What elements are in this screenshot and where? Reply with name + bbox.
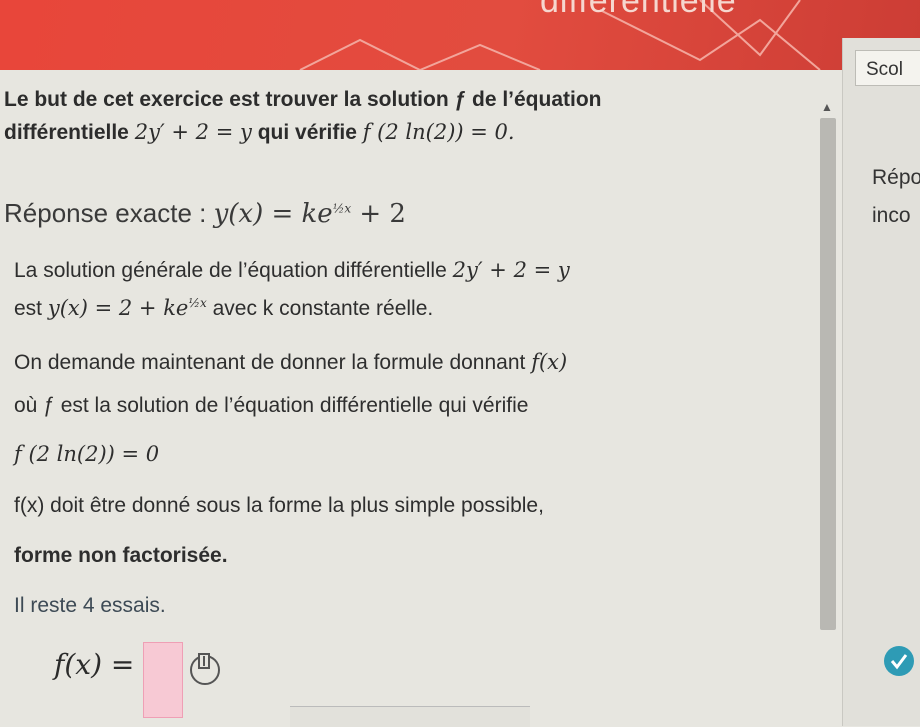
header-banner: différentielle	[0, 0, 920, 70]
chevron-up-icon[interactable]: ▲	[821, 100, 833, 114]
reponse-label: Répo	[872, 166, 920, 189]
banner-decoration	[299, 0, 821, 70]
explanation-text-3: On demande maintenant de donner la formu…	[14, 351, 526, 374]
question-mid: qui vérifie	[257, 121, 357, 144]
scrollbar[interactable]	[820, 118, 836, 630]
explanation-prefix-2: est	[14, 297, 43, 320]
question-condition: f (2 ln(2)) = 0.	[362, 120, 515, 144]
formula-exponent: ½x	[332, 201, 352, 216]
explanation-line-5: f (2 ln(2)) = 0	[14, 442, 160, 466]
explanation-suffix-2: avec k constante réelle.	[212, 297, 434, 320]
exact-answer-label: Réponse exacte :	[4, 198, 207, 228]
general-solution-exponent: ½x	[188, 296, 207, 310]
check-button[interactable]	[884, 646, 914, 676]
answer-input[interactable]	[143, 642, 183, 718]
explanation-equation-3: f(x)	[531, 350, 568, 374]
explanation-formula-2: y(x) = 2 + ke½x	[48, 296, 207, 320]
tab-score[interactable]: Scol	[855, 50, 920, 86]
formula-right: + 2	[359, 199, 406, 229]
explanation-line-7: forme non factorisée.	[14, 544, 228, 567]
input-label: f(x) =	[54, 648, 135, 681]
exact-answer-formula: y(x) = ke½x + 2	[214, 199, 406, 229]
explanation-line-1: La solution générale de l’équation diffé…	[14, 258, 570, 283]
question-line-2: différentielle 2y′ + 2 = y qui vérifie f…	[4, 120, 515, 145]
formula-left: y(x) = ke	[213, 199, 333, 229]
explanation-line-3: On demande maintenant de donner la formu…	[14, 350, 567, 375]
general-solution: y(x) = 2 + ke	[47, 296, 189, 320]
status-label: inco	[872, 204, 911, 227]
question-prefix: différentielle	[4, 121, 129, 144]
explanation-line-6: f(x) doit être donné sous la forme la pl…	[14, 494, 544, 517]
check-icon	[890, 654, 908, 670]
question-line-1: Le but de cet exercice est trouver la so…	[4, 88, 602, 111]
math-keyboard-icon[interactable]	[188, 648, 222, 688]
explanation-text-1: La solution générale de l’équation diffé…	[14, 259, 447, 282]
attempts-remaining: Il reste 4 essais.	[14, 594, 166, 617]
banner-title: différentielle	[540, 0, 737, 20]
right-panel	[842, 38, 920, 726]
bottom-toolbar	[290, 706, 530, 727]
explanation-equation-1: 2y′ + 2 = y	[452, 258, 570, 282]
exact-answer: Réponse exacte : y(x) = ke½x + 2	[4, 198, 406, 229]
explanation-line-2: est y(x) = 2 + ke½x avec k constante rée…	[14, 296, 433, 321]
explanation-line-4: où ƒ est la solution de l’équation diffé…	[14, 394, 529, 417]
question-equation: 2y′ + 2 = y	[134, 120, 252, 144]
